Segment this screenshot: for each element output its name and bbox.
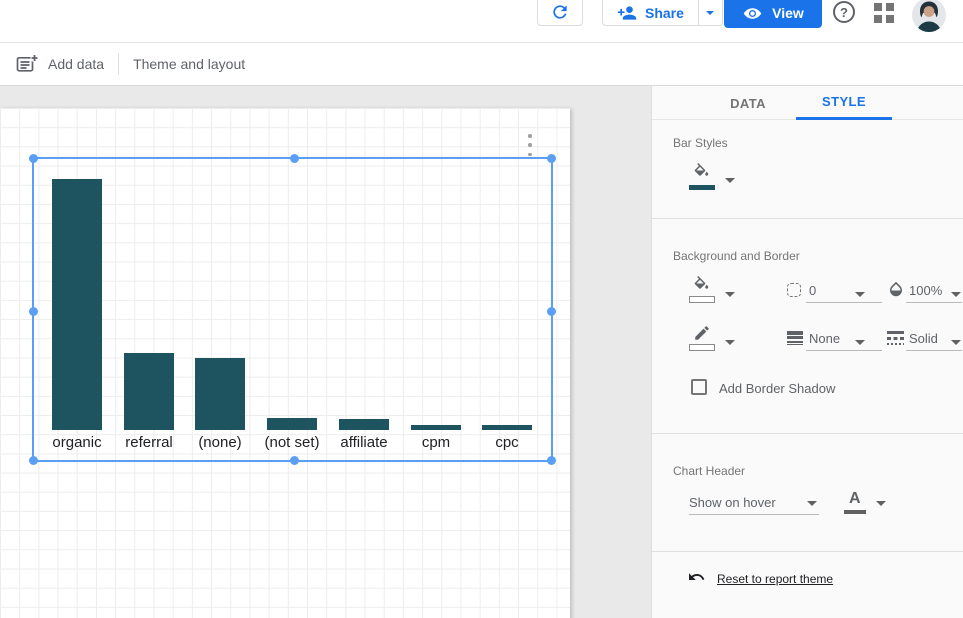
eye-icon — [742, 3, 763, 24]
dot-icon — [528, 143, 532, 147]
selection-handle[interactable] — [547, 154, 556, 163]
theme-layout-label: Theme and layout — [133, 56, 245, 72]
field-underline — [906, 302, 962, 303]
corner-radius-value[interactable]: 0 — [809, 283, 816, 298]
background-color-swatch — [689, 296, 715, 303]
avatar[interactable] — [912, 0, 946, 32]
border-color-picker[interactable] — [688, 324, 715, 351]
bar-styles-title: Bar Styles — [673, 136, 728, 150]
border-weight-icon — [787, 331, 803, 345]
view-button-label: View — [772, 5, 804, 21]
share-button-group: Share — [602, 0, 723, 26]
chart-options-menu[interactable] — [524, 134, 536, 156]
chevron-down-icon — [706, 11, 714, 15]
paint-bucket-icon — [692, 163, 711, 181]
font-color-swatch — [844, 510, 866, 514]
paint-bucket-icon — [692, 276, 711, 294]
tab-data[interactable]: DATA — [700, 86, 796, 120]
opacity-value[interactable]: 100% — [909, 283, 942, 298]
dot-icon — [528, 153, 532, 157]
share-dropdown-button[interactable] — [698, 0, 722, 25]
chart-header-dropdown-icon[interactable] — [807, 501, 817, 506]
selection-handle[interactable] — [547, 307, 556, 316]
chart-header-visibility-select[interactable]: Show on hover — [689, 495, 776, 510]
bar-color-dropdown-icon[interactable] — [725, 178, 735, 183]
background-border-title: Background and Border — [673, 249, 800, 263]
border-style-icon — [887, 331, 904, 345]
grid-square-icon — [886, 15, 894, 23]
grid-square-icon — [874, 3, 882, 11]
dot-icon — [528, 134, 532, 138]
border-weight-dropdown-icon[interactable] — [855, 340, 865, 345]
tab-style[interactable]: STYLE — [796, 86, 892, 120]
font-color-dropdown-icon[interactable] — [876, 501, 886, 506]
question-mark-icon: ? — [840, 5, 848, 20]
top-toolbar: Share View ? — [0, 0, 963, 43]
share-button[interactable]: Share — [603, 0, 698, 25]
font-color-button[interactable]: A — [849, 490, 861, 508]
border-color-dropdown-icon[interactable] — [725, 340, 735, 345]
border-style-dropdown-icon[interactable] — [951, 340, 961, 345]
reset-theme-link[interactable]: Reset to report theme — [717, 572, 833, 586]
field-underline — [806, 302, 882, 303]
add-data-label: Add data — [48, 56, 104, 72]
chart-header-title: Chart Header — [673, 464, 745, 478]
view-button[interactable]: View — [724, 0, 822, 28]
add-data-button[interactable]: Add data — [0, 43, 118, 85]
refresh-button[interactable] — [537, 0, 583, 26]
selection-handle[interactable] — [29, 307, 38, 316]
field-underline — [689, 514, 819, 515]
border-shadow-label: Add Border Shadow — [719, 381, 835, 396]
pencil-icon — [693, 324, 711, 342]
opacity-icon — [887, 280, 905, 298]
selection-handle[interactable] — [29, 456, 38, 465]
properties-panel: DATA STYLE Bar Styles Background and Bor… — [651, 86, 963, 618]
selection-handle[interactable] — [547, 456, 556, 465]
corner-radius-icon — [787, 283, 801, 297]
edit-toolbar: Add data Theme and layout — [0, 43, 963, 86]
section-divider — [652, 433, 963, 434]
undo-icon[interactable] — [686, 568, 707, 586]
grid-square-icon — [886, 3, 894, 11]
background-color-picker[interactable] — [688, 276, 715, 303]
border-style-value[interactable]: Solid — [909, 331, 938, 346]
add-data-icon — [16, 54, 39, 75]
selection-handle[interactable] — [290, 456, 299, 465]
help-button[interactable]: ? — [833, 1, 855, 23]
apps-grid-button[interactable] — [874, 3, 894, 23]
chart-selection-frame[interactable] — [32, 157, 553, 462]
share-button-label: Share — [645, 5, 684, 21]
background-color-dropdown-icon[interactable] — [725, 292, 735, 297]
bar-color-swatch — [689, 185, 715, 190]
border-shadow-checkbox[interactable] — [691, 379, 707, 395]
selection-handle[interactable] — [290, 154, 299, 163]
border-weight-value[interactable]: None — [809, 331, 840, 346]
grid-square-icon — [874, 15, 882, 23]
avatar-image — [912, 0, 946, 32]
section-divider — [652, 551, 963, 552]
panel-tabs: DATA STYLE — [652, 86, 963, 120]
field-underline — [906, 350, 962, 351]
report-canvas[interactable]: organicreferral(none)(not set)affiliatec… — [0, 108, 570, 618]
section-divider — [652, 218, 963, 219]
field-underline — [806, 350, 882, 351]
corner-radius-dropdown-icon[interactable] — [855, 292, 865, 297]
person-add-icon — [617, 3, 637, 23]
opacity-dropdown-icon[interactable] — [951, 292, 961, 297]
selection-handle[interactable] — [29, 154, 38, 163]
refresh-icon — [550, 2, 570, 22]
theme-layout-button[interactable]: Theme and layout — [119, 43, 259, 85]
bar-color-picker[interactable] — [688, 163, 715, 190]
border-color-swatch — [689, 344, 715, 351]
